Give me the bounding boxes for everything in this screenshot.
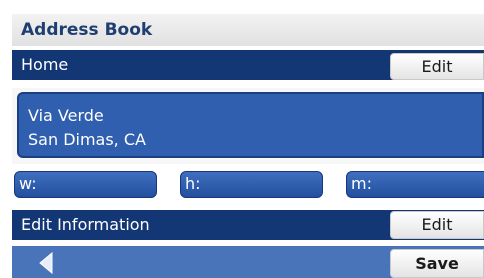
address-line-1: Via Verde: [28, 106, 104, 125]
footer-bar: Save: [12, 246, 484, 278]
save-button[interactable]: Save: [390, 249, 484, 278]
home-phone-label: h:: [185, 174, 201, 193]
address-display[interactable]: Via Verde San Dimas, CA: [17, 92, 484, 158]
home-edit-button[interactable]: Edit: [390, 53, 484, 80]
address-line-2: San Dimas, CA: [28, 130, 146, 149]
edit-information-button[interactable]: Edit: [390, 211, 484, 239]
edit-information-label: Edit Information: [21, 215, 150, 234]
address-field: Via Verde San Dimas, CA: [12, 88, 484, 164]
edit-information-bar: Edit Information Edit: [12, 210, 484, 240]
home-label: Home: [21, 55, 69, 74]
page-title: Address Book: [12, 14, 484, 46]
page-title-text: Address Book: [21, 20, 153, 40]
home-phone-button[interactable]: h:: [180, 171, 323, 198]
mobile-phone-button[interactable]: m:: [346, 171, 484, 198]
work-phone-button[interactable]: w:: [14, 171, 157, 198]
mobile-phone-label: m:: [351, 174, 372, 193]
work-phone-label: w:: [19, 174, 37, 193]
back-arrow-icon[interactable]: [34, 251, 58, 275]
home-bar: Home Edit: [12, 50, 484, 80]
